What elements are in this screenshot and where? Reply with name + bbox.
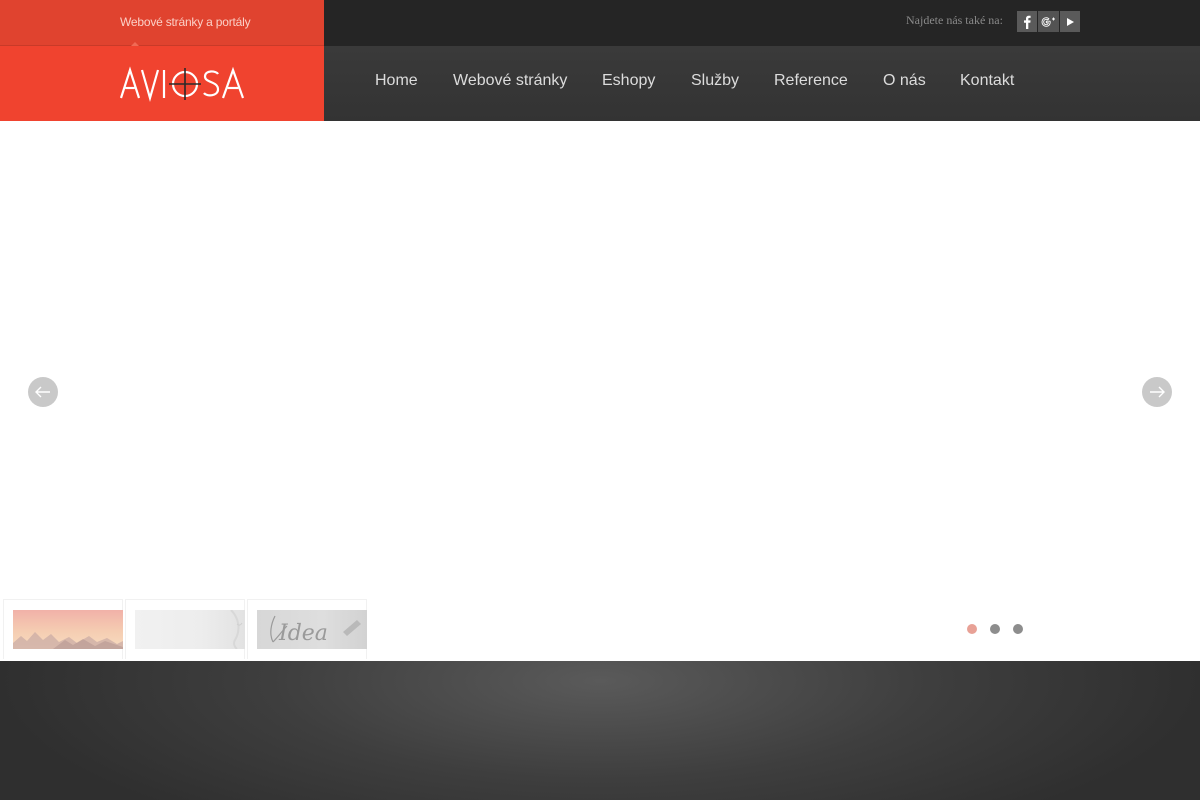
nav-item-reference[interactable]: Reference xyxy=(774,72,848,90)
thumbnail-idea-text: Idea xyxy=(278,621,328,646)
aviosa-logo-icon xyxy=(119,66,245,103)
slider-dot-2[interactable] xyxy=(990,624,1000,634)
logo-box xyxy=(0,46,324,121)
thumbnail-face[interactable] xyxy=(125,599,245,659)
nav-item-eshopy[interactable]: Eshopy xyxy=(602,72,655,90)
logo[interactable] xyxy=(119,66,246,103)
tagline-bar: Webové stránky a portály xyxy=(0,0,324,46)
nav-item-sluzby[interactable]: Služby xyxy=(691,72,739,90)
hero-slider: Idea xyxy=(0,121,1200,661)
nav-item-kontakt[interactable]: Kontakt xyxy=(960,72,1014,90)
facebook-icon[interactable] xyxy=(1017,11,1037,32)
tagline: Webové stránky a portály xyxy=(120,15,251,29)
content-area-background xyxy=(0,661,1200,800)
thumbnail-mountains-image xyxy=(13,610,123,649)
slider-next-button[interactable] xyxy=(1142,377,1172,407)
social-label: Najdete nás také na: xyxy=(906,13,1003,27)
header: Home Webové stránky Eshopy Služby Refere… xyxy=(0,46,1200,121)
nav-item-o-nas[interactable]: O nás xyxy=(883,72,926,90)
google-plus-icon[interactable] xyxy=(1038,11,1059,32)
thumbnail-face-image xyxy=(135,610,245,649)
nav-item-home[interactable]: Home xyxy=(375,72,418,90)
thumbnail-idea-image: Idea xyxy=(257,610,367,649)
thumbnail-idea[interactable]: Idea xyxy=(247,599,367,659)
thumbnail-mountains[interactable] xyxy=(3,599,123,659)
arrow-left-icon xyxy=(35,386,50,398)
arrow-right-icon xyxy=(1150,386,1165,398)
youtube-icon[interactable] xyxy=(1060,11,1080,32)
nav-item-webove-stranky[interactable]: Webové stránky xyxy=(453,72,567,90)
slider-dot-3[interactable] xyxy=(1013,624,1023,634)
slider-prev-button[interactable] xyxy=(28,377,58,407)
top-bar: Webové stránky a portály Najdete nás tak… xyxy=(0,0,1200,46)
slider-thumbnails: Idea xyxy=(3,599,367,659)
slider-dot-1[interactable] xyxy=(967,624,977,634)
